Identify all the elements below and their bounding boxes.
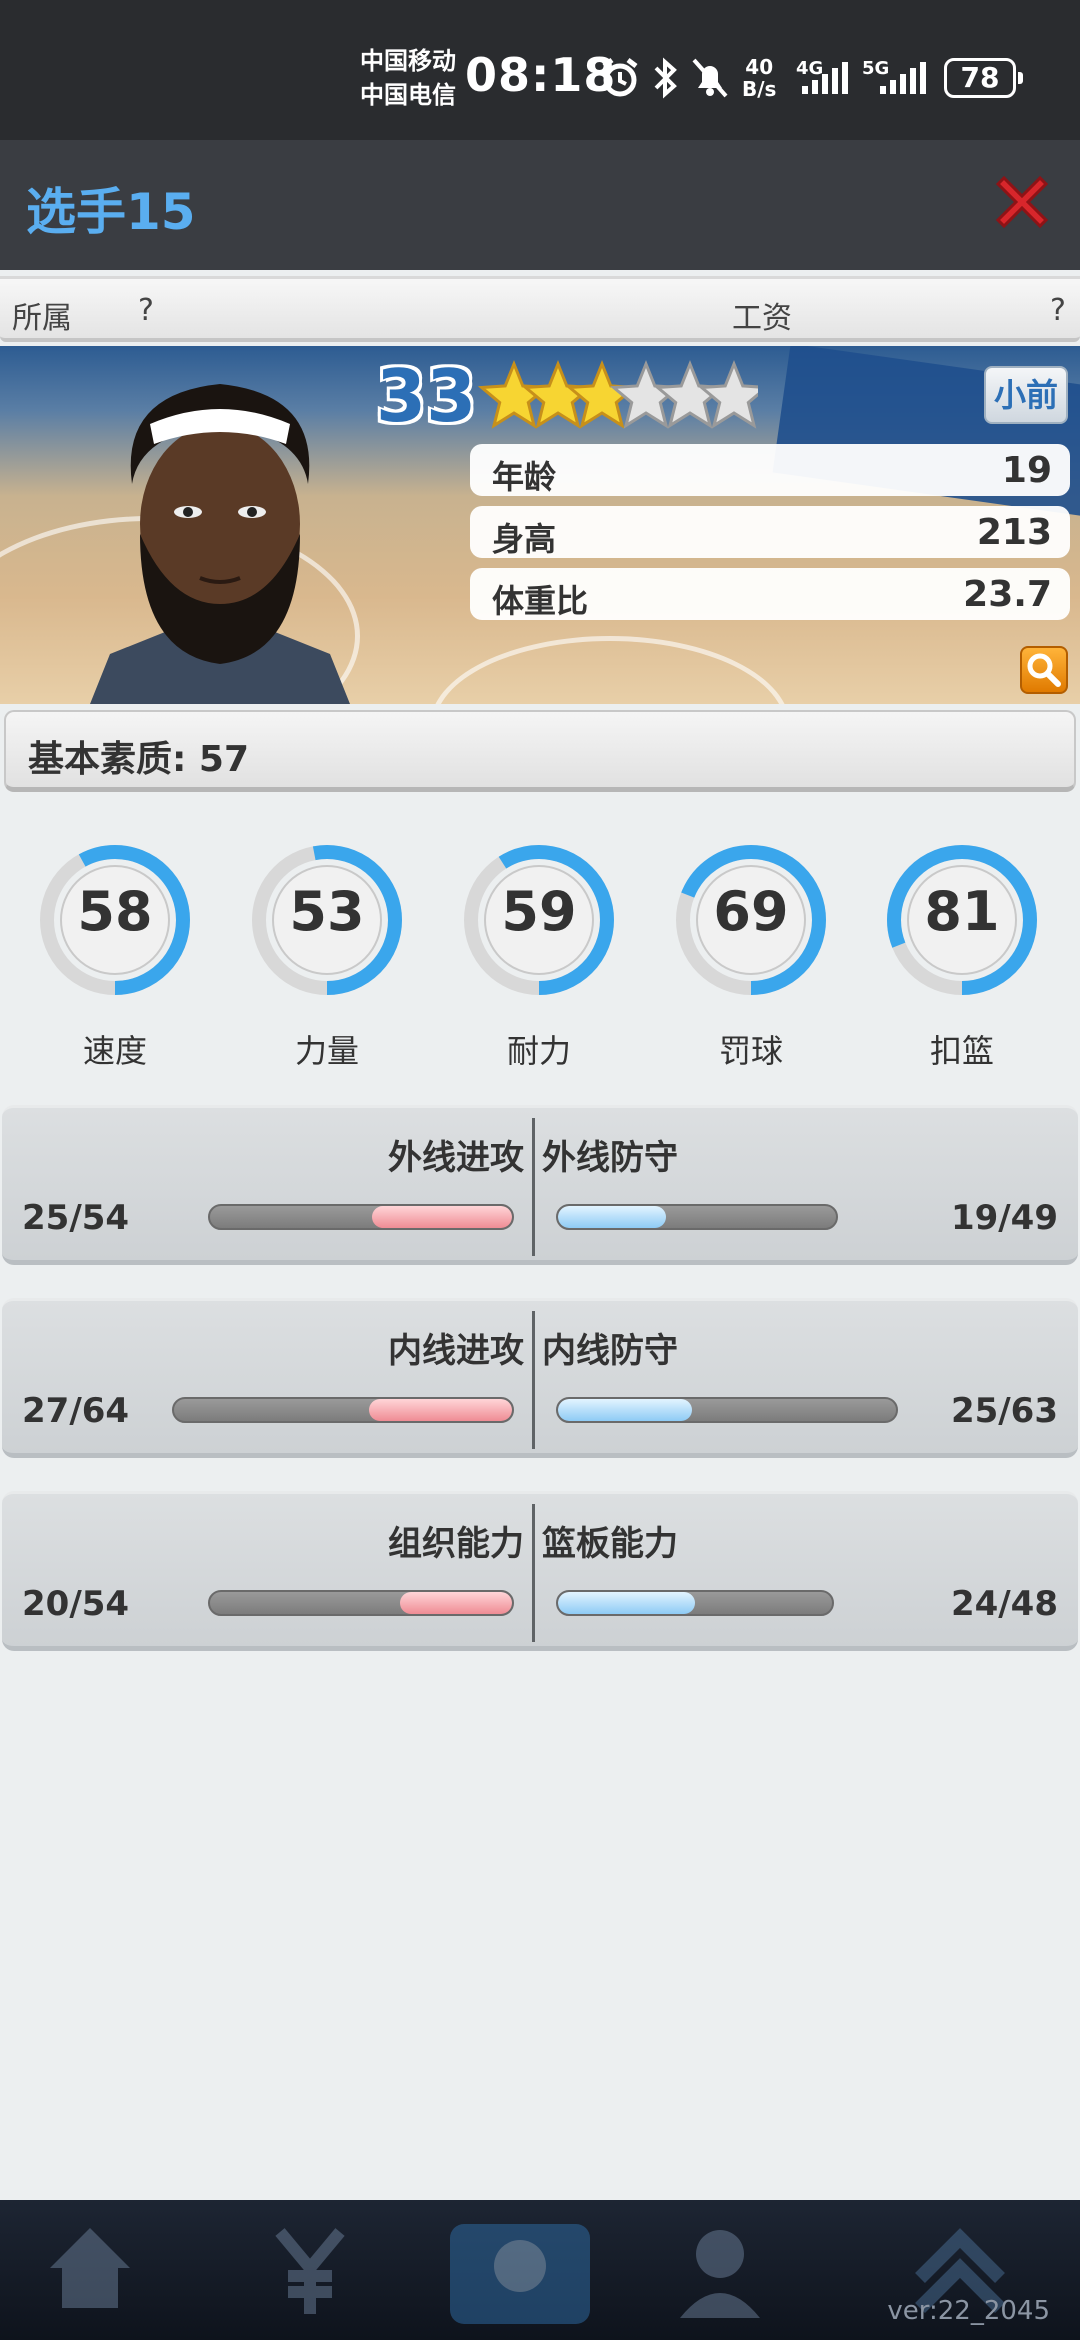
nav-player-icon[interactable]	[660, 2218, 780, 2328]
star-rating	[478, 359, 758, 429]
right-bar-fill	[558, 1399, 693, 1421]
skill-label: 耐力	[506, 1032, 571, 1070]
player-avatar	[90, 384, 350, 704]
attr-row-height: 身高 213	[470, 506, 1070, 558]
clock: 08:18	[465, 48, 617, 102]
dialog-header: 选手15	[0, 140, 1080, 270]
nav-money-icon[interactable]	[250, 2218, 370, 2328]
attr-value: 213	[976, 512, 1052, 553]
comparison-panel-perimeter: 外线进攻 外线防守 25/54 19/49	[2, 1105, 1078, 1265]
left-bar	[208, 1590, 514, 1616]
divider	[532, 1118, 535, 1256]
position-badge: 小前	[984, 366, 1068, 424]
skill-label: 力量	[294, 1032, 359, 1070]
salary-label: 工资	[732, 301, 792, 336]
divider	[532, 1311, 535, 1449]
owner-value: ?	[138, 293, 154, 328]
right-bar	[556, 1204, 838, 1230]
nav-team-icon[interactable]	[440, 2218, 600, 2328]
carrier-2: 中国电信	[360, 81, 456, 109]
owner-salary-bar: 所属 ? 工资 ?	[0, 276, 1080, 342]
attr-value: 19	[1001, 450, 1052, 491]
left-title: 组织能力	[388, 1524, 524, 1564]
basic-quality-text: 基本素质: 57	[28, 739, 250, 780]
right-bar-fill	[558, 1592, 695, 1614]
comparison-panel-interior: 内线进攻 内线防守 27/64 25/63	[2, 1298, 1078, 1458]
skill-label: 罚球	[718, 1032, 783, 1070]
star-empty-icon	[697, 359, 758, 429]
skill-ring-free-throw: 69 罚球	[671, 840, 831, 1070]
attr-value: 23.7	[963, 574, 1052, 615]
court-line	[430, 636, 790, 704]
left-bar	[172, 1397, 514, 1423]
status-bar: 中国移动 中国电信 08:18 40 B/s 4G 5G 78	[0, 0, 1080, 140]
skill-value: 53	[289, 880, 365, 943]
attr-row-age: 年龄 19	[470, 444, 1070, 496]
attr-label: 身高	[492, 520, 557, 558]
page-title: 选手15	[26, 183, 196, 241]
left-title: 内线进攻	[388, 1331, 524, 1371]
overall-rating: 33	[376, 354, 477, 438]
alarm-icon	[602, 58, 638, 97]
left-title: 外线进攻	[388, 1138, 524, 1178]
left-bar-fill	[372, 1206, 512, 1228]
skill-value: 58	[77, 880, 153, 943]
search-icon	[1027, 653, 1061, 687]
skill-ring-speed: 58 速度	[35, 840, 195, 1070]
right-title: 内线防守	[542, 1331, 678, 1371]
salary-value: ?	[1050, 293, 1066, 328]
skill-ring-stamina: 59 耐力	[459, 840, 619, 1070]
left-value: 27/64	[22, 1391, 130, 1431]
player-card: 33 小前 年龄 19 身高 213 体重比 23.7	[0, 346, 1080, 704]
right-value: 19/49	[950, 1198, 1058, 1238]
net-speed-unit: B/s	[742, 77, 777, 101]
left-value: 20/54	[22, 1584, 130, 1624]
right-bar	[556, 1590, 834, 1616]
carrier-names: 中国移动 中国电信	[360, 44, 456, 112]
attr-label: 体重比	[492, 582, 589, 620]
nav-home-icon[interactable]	[30, 2218, 150, 2328]
right-value: 24/48	[950, 1584, 1058, 1624]
comparison-panel-playmaking: 组织能力 篮板能力 20/54 24/48	[2, 1491, 1078, 1651]
net-speed: 40 B/s	[742, 56, 776, 100]
mute-icon	[692, 58, 728, 98]
search-button[interactable]	[1020, 646, 1068, 694]
carrier-1: 中国移动	[360, 47, 456, 75]
bottom-nav: ver:22_2045	[0, 2200, 1080, 2340]
close-icon[interactable]	[990, 170, 1054, 234]
attr-label: 年龄	[492, 458, 557, 496]
right-title: 篮板能力	[542, 1524, 678, 1564]
right-bar	[556, 1397, 898, 1423]
divider	[532, 1504, 535, 1642]
owner-label: 所属	[12, 301, 72, 336]
battery-indicator: 78	[944, 58, 1023, 98]
bluetooth-icon	[654, 57, 677, 99]
skill-ring-strength: 53 力量	[247, 840, 407, 1070]
skill-value: 69	[713, 880, 789, 943]
skill-value: 59	[501, 880, 577, 943]
skill-value: 81	[924, 880, 1000, 943]
net-speed-value: 40	[745, 55, 774, 79]
signal-icon-2	[880, 62, 926, 94]
right-bar-fill	[558, 1206, 666, 1228]
signal-icon-1	[802, 62, 848, 94]
right-title: 外线防守	[542, 1138, 678, 1178]
left-bar	[208, 1204, 514, 1230]
skill-label: 扣篮	[929, 1032, 994, 1070]
skill-ring-dunk: 81 扣篮	[882, 840, 1042, 1070]
version-label: ver:22_2045	[887, 2296, 1050, 2326]
basic-quality-bar: 基本素质: 57	[4, 710, 1076, 792]
left-bar-fill	[400, 1592, 512, 1614]
right-value: 25/63	[950, 1391, 1058, 1431]
left-bar-fill	[369, 1399, 512, 1421]
left-value: 25/54	[22, 1198, 130, 1238]
skill-label: 速度	[82, 1032, 147, 1070]
attr-row-weight: 体重比 23.7	[470, 568, 1070, 620]
